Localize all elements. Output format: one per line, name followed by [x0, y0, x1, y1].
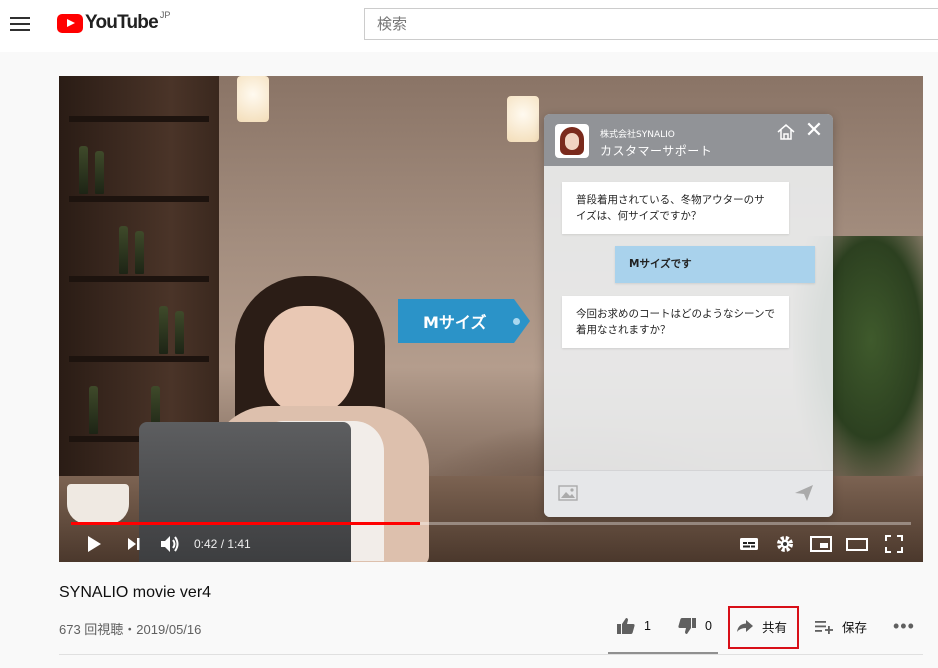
menu-icon[interactable]: [10, 14, 32, 34]
chat-input-bar: [544, 470, 833, 517]
save-label: 保存: [842, 620, 868, 635]
chat-company: 株式会社SYNALIO: [600, 130, 675, 140]
youtube-logo[interactable]: YouTube JP: [57, 10, 171, 35]
video-title: SYNALIO movie ver4: [59, 584, 212, 601]
masthead: YouTube JP: [0, 0, 938, 52]
divider: [59, 654, 923, 655]
share-button[interactable]: 共有: [736, 610, 787, 642]
video-scene-lamp: [237, 76, 269, 122]
video-scene-lamp: [507, 96, 539, 142]
chat-title: カスタマーサポート: [600, 144, 713, 158]
youtube-play-icon: [57, 13, 83, 33]
send-icon: [795, 485, 813, 501]
size-callout-tag: Mサイズ: [398, 299, 530, 343]
video-player[interactable]: Mサイズ 株式会社SYNALIO カスタマーサポート ✕ 普段着用されている、冬…: [59, 76, 923, 562]
settings-gear-icon[interactable]: [774, 533, 796, 555]
share-label: 共有: [762, 620, 788, 635]
time-display: 0:42 / 1:41: [194, 537, 251, 551]
search-input[interactable]: [364, 8, 938, 40]
play-icon[interactable]: [85, 533, 103, 555]
playlist-add-icon: [815, 621, 833, 634]
progress-played: [71, 522, 420, 525]
save-button[interactable]: 保存: [814, 610, 867, 642]
chat-header: 株式会社SYNALIO カスタマーサポート ✕: [544, 114, 833, 166]
next-icon[interactable]: [125, 533, 143, 555]
home-icon: [777, 124, 795, 140]
logo-region: JP: [159, 10, 171, 20]
chat-message-bot: 普段着用されている、冬物アウターのサイズは、何サイズですか？: [562, 182, 789, 234]
video-scene-cup: [67, 484, 129, 524]
progress-bar[interactable]: [71, 522, 911, 525]
like-count: 1: [644, 619, 651, 633]
callout-dot: [513, 318, 520, 325]
thumbs-down-icon: [678, 618, 696, 634]
subtitles-icon[interactable]: [738, 533, 760, 555]
chat-message-user: Mサイズです: [615, 246, 815, 283]
operator-avatar: [555, 124, 589, 158]
theater-mode-icon[interactable]: [845, 533, 869, 555]
fullscreen-icon[interactable]: [883, 533, 905, 555]
video-scene-person-face: [264, 306, 354, 416]
like-button[interactable]: 1: [616, 610, 651, 642]
miniplayer-icon[interactable]: [809, 533, 833, 555]
image-icon: [558, 485, 578, 501]
share-arrow-icon: [737, 620, 753, 632]
chat-widget: 株式会社SYNALIO カスタマーサポート ✕ 普段着用されている、冬物アウター…: [544, 114, 833, 517]
size-callout-text: Mサイズ: [423, 313, 487, 332]
video-meta: 673 回視聴・2019/05/16: [59, 622, 202, 637]
logo-text: YouTube: [85, 12, 159, 33]
dislike-button[interactable]: 0: [677, 610, 712, 642]
volume-icon[interactable]: [159, 533, 183, 555]
more-actions-icon[interactable]: •••: [893, 616, 915, 637]
dislike-count: 0: [705, 619, 712, 633]
close-icon: ✕: [804, 118, 824, 143]
chat-message-bot: 今回お求めのコートはどのようなシーンで着用なされますか？: [562, 296, 789, 348]
thumbs-up-icon: [617, 618, 635, 634]
